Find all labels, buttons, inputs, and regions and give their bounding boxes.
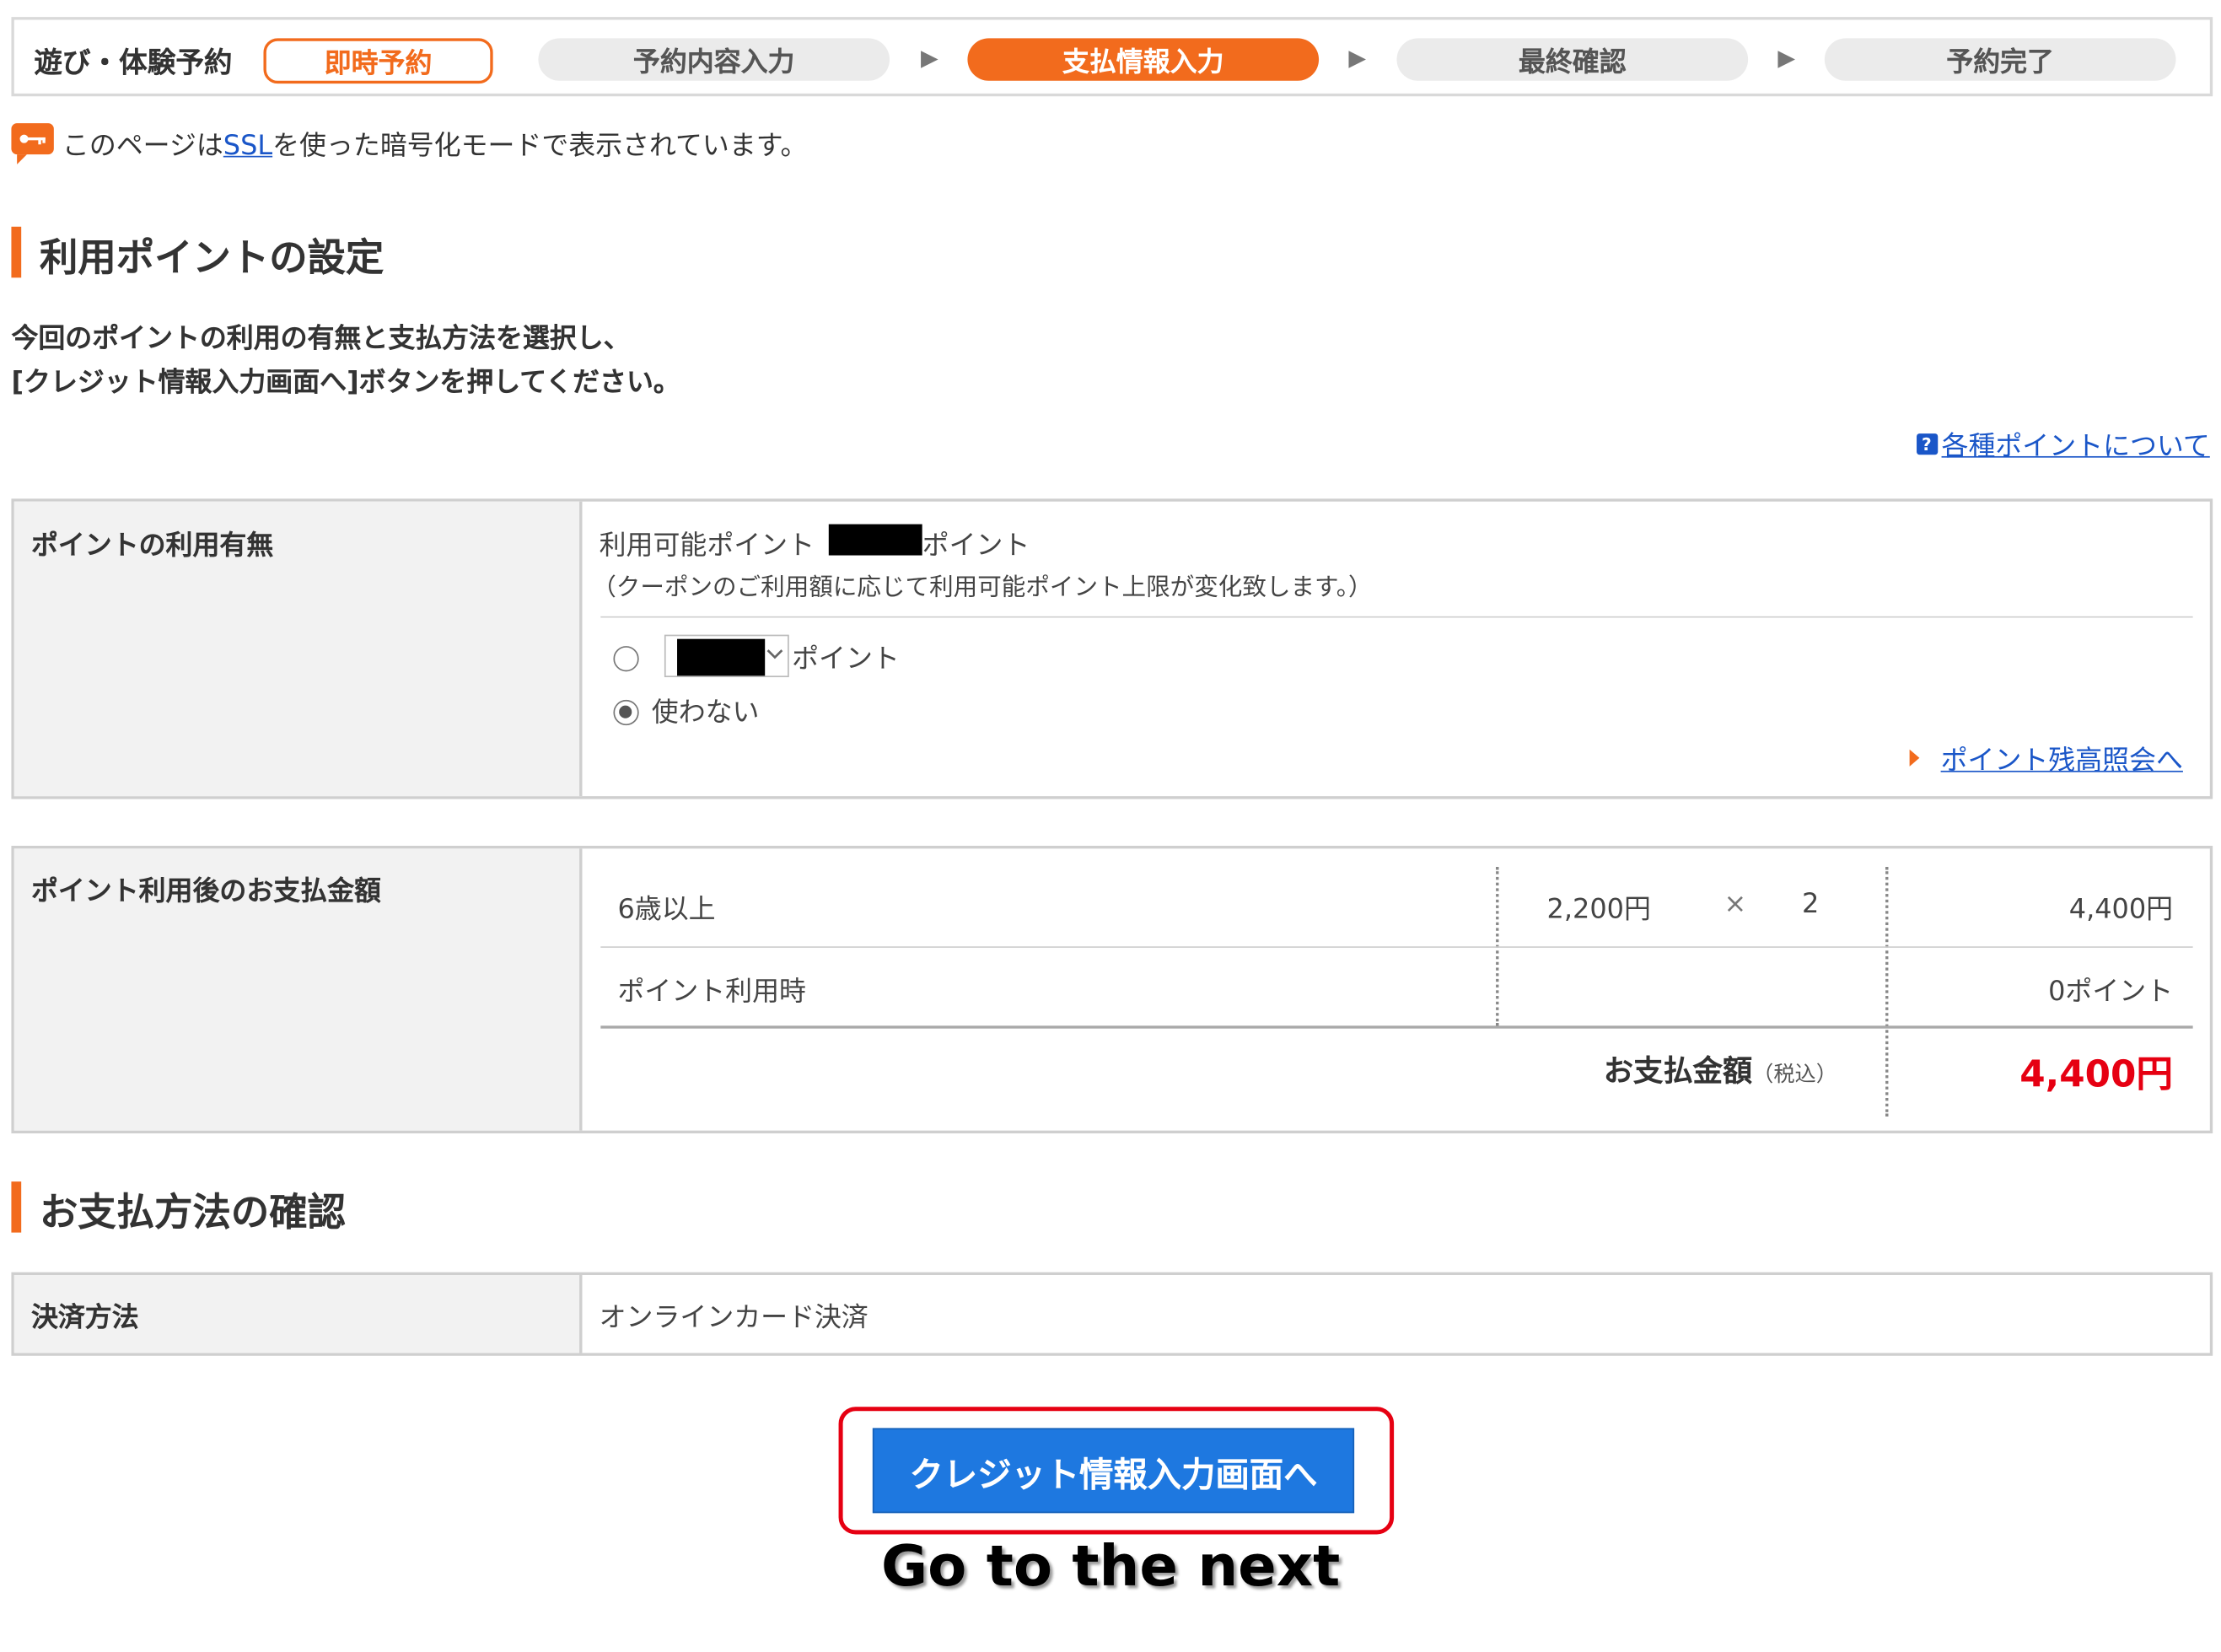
payment-method-heading: お支払方法の確認	[40, 1191, 346, 1235]
step-complete: 予約完了	[1824, 38, 2176, 81]
instructions: 今回のポイントの利用の有無と支払方法を選択し、 [クレジット情報入力画面へ]ボタ…	[11, 317, 680, 405]
no-points-label: 使わない	[651, 697, 760, 729]
row-divider	[600, 946, 2193, 948]
tax-note: （税込）	[1752, 1061, 1837, 1087]
point-usage-label: ポイントの利用有無	[30, 530, 274, 562]
points-help-link[interactable]: ? 各種ポイントについて	[1916, 425, 2210, 463]
payment-amount-label: ポイント利用後のお支払金額	[30, 875, 381, 907]
redacted-select-value	[677, 638, 766, 676]
instruction-line: [クレジット情報入力画面へ]ボタンを押してください。	[11, 367, 680, 399]
payment-method-value: オンラインカード決済	[599, 1301, 869, 1333]
page-canvas: 遊び・体験予約 即時予約 予約内容入力 ▶ 支払情報入力 ▶ 最終確認 ▶ 予約…	[0, 0, 2221, 1652]
available-points-suffix: ポイント	[922, 530, 1030, 562]
ssl-notice: このページはSSLを使った暗号化モードで表示されています。	[62, 125, 807, 163]
times-sign: ×	[1724, 888, 1747, 920]
subtotal: 4,400円	[2068, 894, 2174, 926]
total-amount: 4,400円	[2019, 1053, 2174, 1097]
payment-method-label: 決済方法	[30, 1301, 139, 1333]
ssl-notice-prefix: このページは	[62, 130, 223, 162]
step-arrow-icon: ▶	[921, 44, 938, 71]
quantity: 2	[1801, 888, 1820, 920]
step-final-confirm: 最終確認	[1396, 38, 1749, 81]
chevron-down-icon	[766, 649, 783, 659]
points-limit-note: （クーポンのご利用額に応じて利用可能ポイント上限が変化致します。）	[592, 573, 1373, 602]
point-balance-link[interactable]: ポイント残高照会へ	[1941, 740, 2183, 778]
annotation-caption: Go to the next	[880, 1534, 1341, 1600]
item-name: 6歳以上	[617, 894, 716, 926]
points-used-value: 0ポイント	[2048, 976, 2174, 1008]
available-points-prefix: 利用可能ポイント	[599, 530, 815, 562]
use-points-suffix: ポイント	[792, 643, 900, 675]
ssl-link[interactable]: SSL	[223, 131, 272, 162]
link-arrow-icon	[1909, 749, 1920, 767]
service-label: 遊び・体験予約	[34, 45, 233, 80]
step-payment-info: 支払情報入力	[967, 38, 1320, 81]
total-divider	[600, 1025, 2193, 1029]
use-points-radio[interactable]	[613, 646, 639, 672]
instant-booking-badge: 即時予約	[263, 38, 493, 84]
no-points-radio[interactable]	[613, 699, 639, 726]
go-to-credit-info-button[interactable]: クレジット情報入力画面へ	[872, 1428, 1355, 1514]
help-question-icon: ?	[1916, 433, 1938, 455]
redacted-points-value	[828, 524, 922, 556]
total-label-group: お支払金額（税込）	[1604, 1048, 1837, 1090]
unit-price: 2,200円	[1546, 894, 1651, 926]
instruction-line: 今回のポイントの利用の有無と支払方法を選択し、	[11, 323, 631, 354]
points-help-link-text: 各種ポイントについて	[1941, 430, 2210, 462]
divider	[600, 616, 2193, 618]
step-arrow-icon: ▶	[1777, 44, 1796, 71]
points-used-label: ポイント利用時	[617, 976, 806, 1008]
step-reservation-details: 予約内容入力	[538, 38, 890, 81]
total-label: お支払金額	[1603, 1053, 1753, 1089]
heading-accent-bar	[11, 226, 22, 278]
points-heading: 利用ポイントの設定	[40, 236, 385, 281]
heading-accent-bar	[11, 1181, 22, 1233]
step-arrow-icon: ▶	[1348, 44, 1367, 71]
key-icon	[19, 134, 46, 145]
column-divider	[1885, 867, 1889, 1117]
ssl-notice-suffix: を使った暗号化モードで表示されています。	[272, 130, 808, 162]
